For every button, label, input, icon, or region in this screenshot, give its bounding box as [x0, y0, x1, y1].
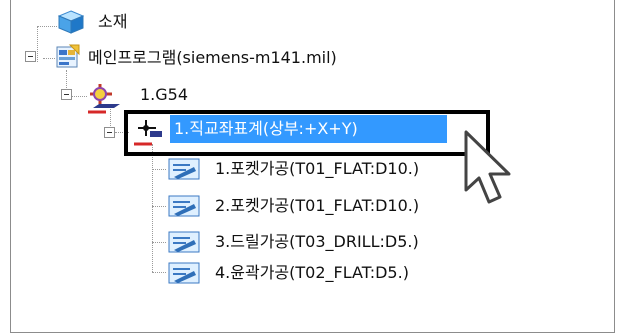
collapse-toggle[interactable] — [25, 51, 36, 62]
program-tree[interactable]: 소재 메인프로그램(siemens-m141.mil) 1.G54 1.직교좌표… — [0, 0, 617, 333]
operation-icon — [168, 231, 200, 253]
coordinate-system-icon — [88, 84, 120, 114]
program-icon — [56, 44, 80, 68]
collapse-toggle[interactable] — [61, 89, 72, 100]
tree-node-label: 메인프로그램(siemens-m141.mil) — [88, 48, 337, 67]
tree-node-label: 소재 — [98, 12, 128, 31]
focus-outline — [124, 110, 490, 156]
tree-connector — [152, 169, 166, 170]
tree-node-label: 4.윤곽가공(T02_FLAT:D5.) — [215, 263, 409, 282]
tree-node-label: 1.포켓가공(T01_FLAT:D10.) — [215, 159, 420, 178]
tree-connector — [71, 96, 87, 97]
tree-node-label: 2.포켓가공(T01_FLAT:D10.) — [215, 196, 420, 215]
tree-connector — [152, 144, 153, 272]
tree-connector — [152, 242, 166, 243]
collapse-toggle[interactable] — [104, 127, 115, 138]
tree-connector — [152, 272, 166, 273]
operation-icon — [168, 158, 200, 180]
operation-icon — [168, 195, 200, 217]
tree-node-label: 3.드릴가공(T03_DRILL:D5.) — [215, 232, 419, 251]
cube-icon — [58, 10, 84, 34]
tree-connector — [152, 206, 166, 207]
tree-connector — [37, 26, 38, 62]
mouse-cursor-icon — [464, 130, 511, 204]
tree-connector — [37, 26, 57, 27]
operation-icon — [168, 262, 200, 284]
tree-node-label: 1.G54 — [140, 85, 189, 104]
